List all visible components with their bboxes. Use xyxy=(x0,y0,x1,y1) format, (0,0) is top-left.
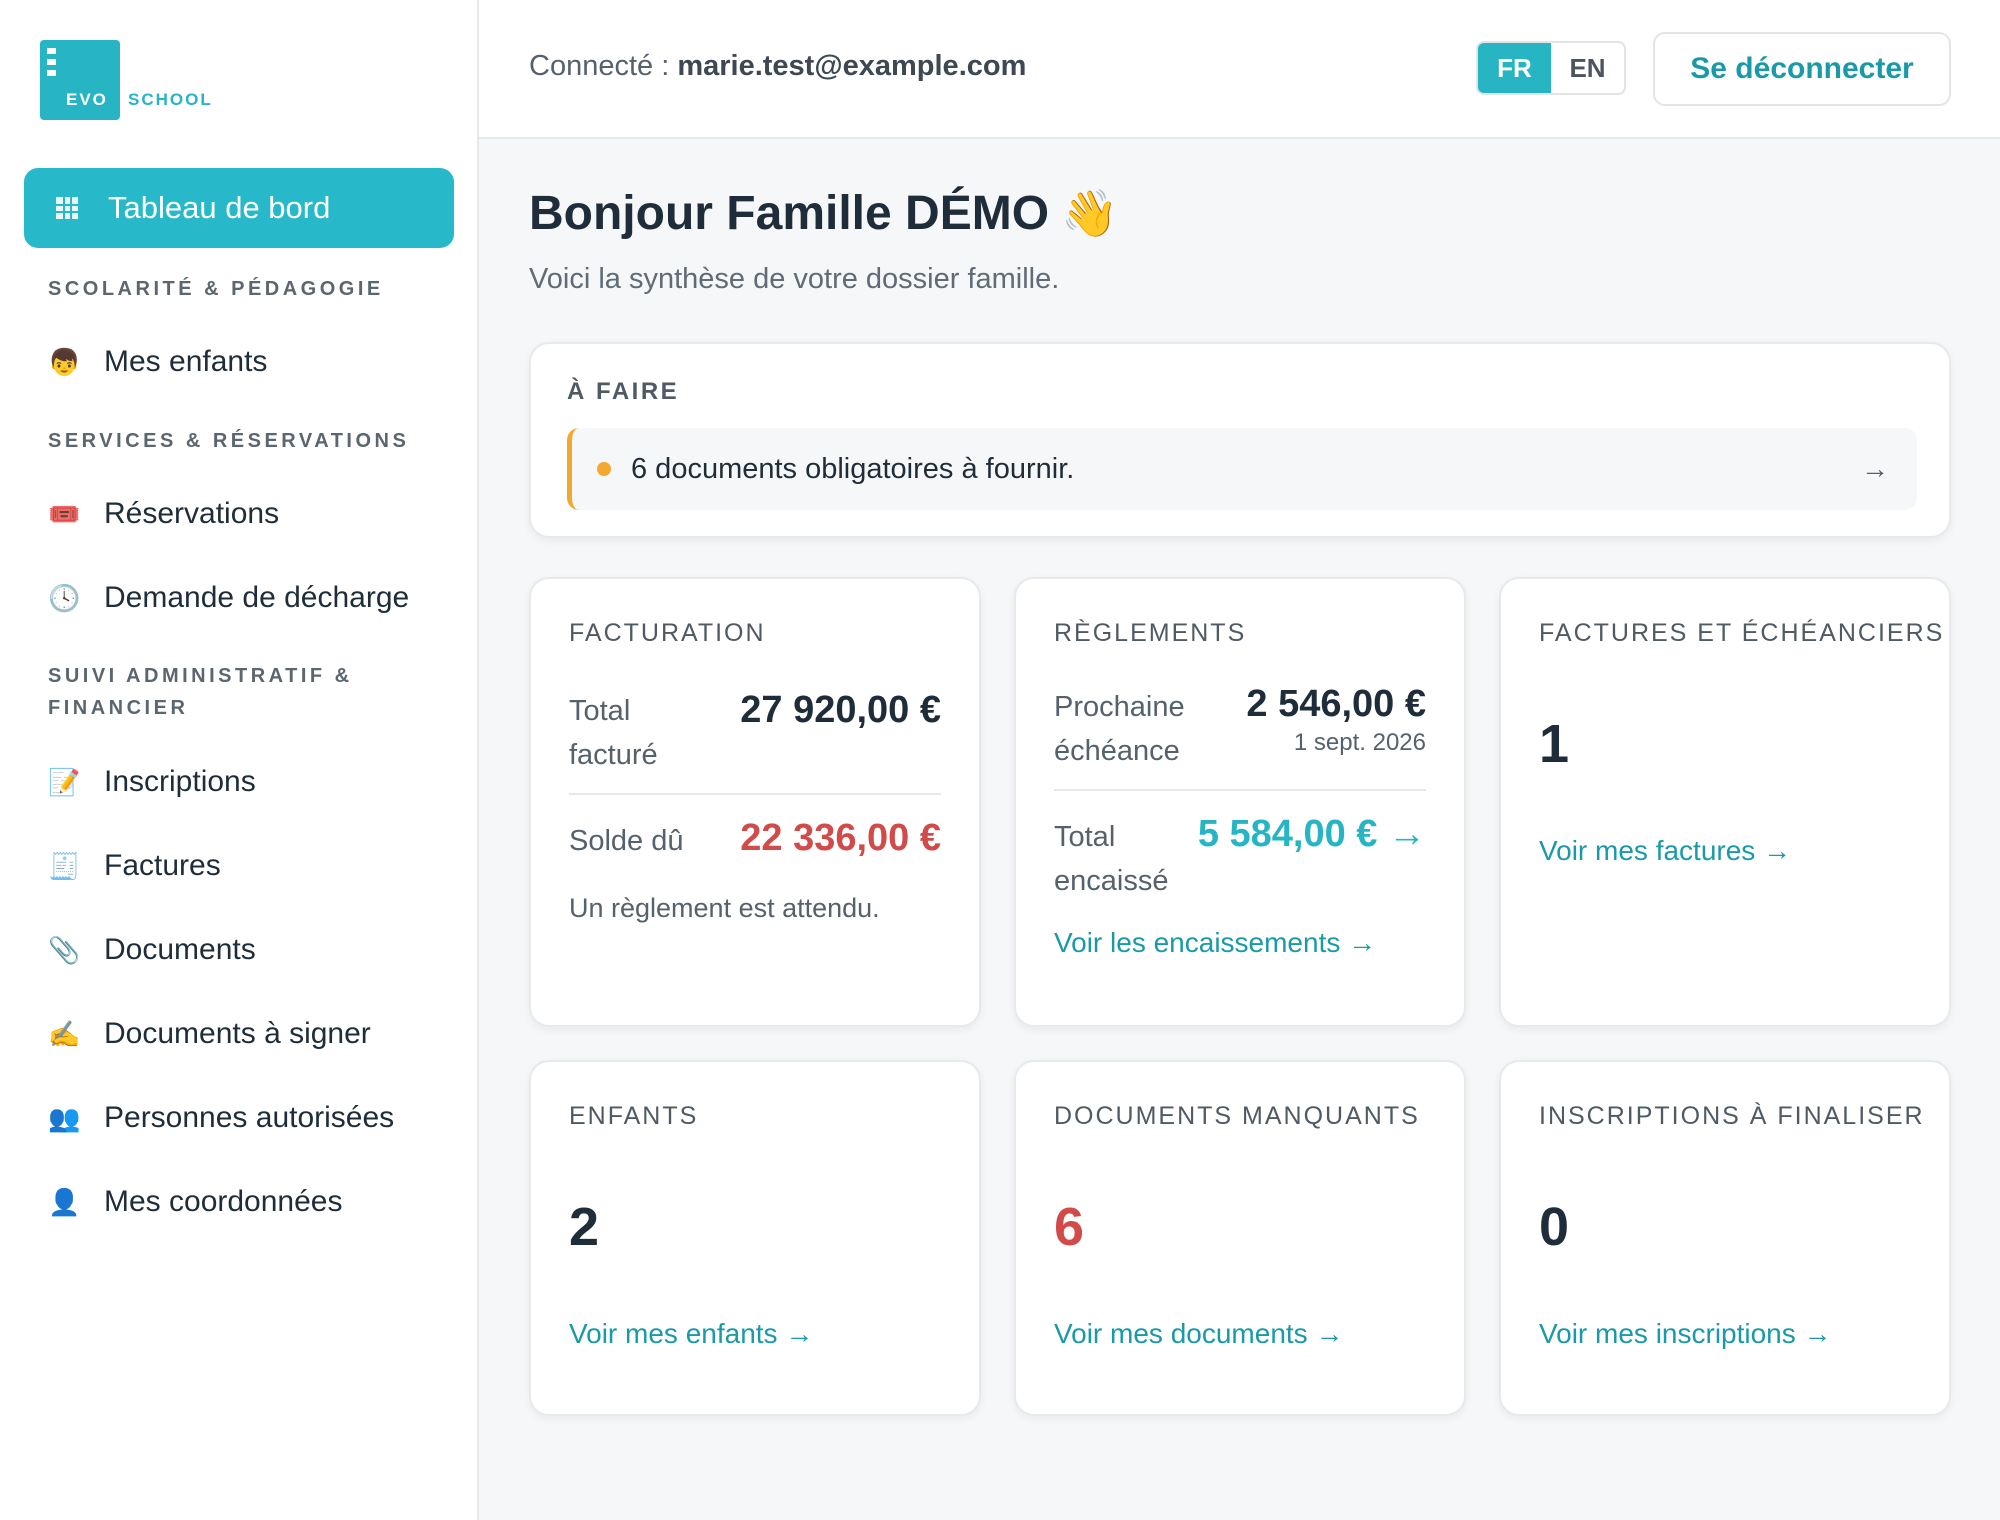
voir-inscriptions-link[interactable]: Voir mes inscriptions → xyxy=(1539,1318,1832,1350)
total-facture-label: Total facturé xyxy=(569,695,658,771)
child-face-icon: 👦 xyxy=(48,346,81,377)
ticket-icon: 🎟️ xyxy=(48,498,81,529)
card-title: ENFANTS xyxy=(569,1102,699,1130)
sidebar-item-reservations[interactable]: 🎟️ Réservations xyxy=(48,489,279,539)
sidebar-item-label: Réservations xyxy=(104,497,280,530)
person-icon: 👤 xyxy=(48,1186,81,1217)
prochaine-echeance-label: Prochaine échéance xyxy=(1054,691,1185,767)
connected-label: Connecté : xyxy=(529,50,670,82)
sidebar-item-label: Personnes autorisées xyxy=(104,1101,395,1134)
top-bar: Connecté : marie.test@example.com FR EN … xyxy=(479,0,2000,139)
sidebar-item-label: Tableau de bord xyxy=(108,190,331,225)
factures-card: FACTURES ET ÉCHÉANCIERS 1 Voir mes factu… xyxy=(1499,577,1951,1027)
section-title-services: SERVICES & RÉSERVATIONS xyxy=(48,430,410,452)
sidebar-item-label: Factures xyxy=(104,849,221,882)
page-subtitle: Voici la synthèse de votre dossier famil… xyxy=(529,263,1060,295)
inscriptions-card: INSCRIPTIONS À FINALISER 0 Voir mes insc… xyxy=(1499,1060,1951,1416)
dashboard-grid-icon xyxy=(56,197,78,219)
section-title-suivi: SUIVI ADMINISTRATIF & FINANCIER xyxy=(48,665,353,719)
card-title: FACTURES ET ÉCHÉANCIERS xyxy=(1539,619,1945,647)
enfants-count: 2 xyxy=(569,1197,600,1257)
documents-count: 6 xyxy=(1054,1197,1085,1257)
writing-hand-icon: ✍️ xyxy=(48,1018,81,1049)
sidebar-item-documents-a-signer[interactable]: ✍️ Documents à signer xyxy=(48,1009,371,1059)
divider xyxy=(569,793,941,795)
sidebar: EVO SCHOOL Tableau de bord SCOLARITÉ & P… xyxy=(0,0,479,1520)
enfants-card: ENFANTS 2 Voir mes enfants → xyxy=(529,1060,981,1416)
prochaine-echeance-value: 2 546,00 € xyxy=(1246,683,1426,725)
paperclip-icon: 📎 xyxy=(48,934,81,965)
logo-mark: EVO xyxy=(40,40,120,120)
inscriptions-count: 0 xyxy=(1539,1197,1570,1257)
waving-hand-icon: 👋 xyxy=(1061,187,1119,239)
facturation-note: Un règlement est attendu. xyxy=(569,893,880,923)
sidebar-item-dashboard[interactable]: Tableau de bord xyxy=(24,168,454,248)
sidebar-item-documents[interactable]: 📎 Documents xyxy=(48,925,256,975)
lang-en-button[interactable]: EN xyxy=(1551,43,1624,93)
sidebar-item-demande-decharge[interactable]: 🕓 Demande de décharge xyxy=(48,573,409,623)
sidebar-item-label: Documents xyxy=(104,933,256,966)
language-switch: FR EN xyxy=(1476,41,1626,95)
sidebar-item-label: Inscriptions xyxy=(104,765,256,798)
connected-user: Connecté : marie.test@example.com xyxy=(529,50,1026,83)
sidebar-item-personnes-autorisees[interactable]: 👥 Personnes autorisées xyxy=(48,1093,394,1143)
todo-title: À FAIRE xyxy=(567,378,680,405)
logout-button[interactable]: Se déconnecter xyxy=(1653,32,1951,106)
people-icon: 👥 xyxy=(48,1102,81,1133)
voir-encaissements-link[interactable]: Voir les encaissements → xyxy=(1054,927,1376,959)
greeting-text: Bonjour Famille DÉMO xyxy=(529,187,1050,240)
logo-primary-text: EVO xyxy=(66,90,108,109)
facturation-card: FACTURATION Total facturé 27 920,00 € So… xyxy=(529,577,981,1027)
clock-icon: 🕓 xyxy=(48,582,81,613)
card-title: FACTURATION xyxy=(569,619,766,647)
section-title-scolarite: SCOLARITÉ & PÉDAGOGIE xyxy=(48,278,384,300)
receipt-icon: 🧾 xyxy=(48,850,81,881)
sidebar-item-factures[interactable]: 🧾 Factures xyxy=(48,841,221,891)
warning-dot-icon xyxy=(597,462,611,476)
lang-fr-button[interactable]: FR xyxy=(1478,43,1551,93)
solde-du-label: Solde dû xyxy=(569,825,684,857)
app-logo[interactable]: EVO SCHOOL xyxy=(40,40,213,120)
card-title: INSCRIPTIONS À FINALISER xyxy=(1539,1102,1925,1130)
total-encaisse-value[interactable]: 5 584,00 € → xyxy=(1198,813,1426,856)
sidebar-item-label: Documents à signer xyxy=(104,1017,371,1050)
todo-item[interactable]: 6 documents obligatoires à fournir. → xyxy=(567,428,1917,510)
sidebar-item-mes-enfants[interactable]: 👦 Mes enfants xyxy=(48,337,267,387)
sidebar-item-label: Mes coordonnées xyxy=(104,1185,343,1218)
solde-du-value: 22 336,00 € xyxy=(740,817,941,859)
total-encaisse-label: Total encaissé xyxy=(1054,821,1169,897)
todo-card: À FAIRE 6 documents obligatoires à fourn… xyxy=(529,342,1951,538)
user-email: marie.test@example.com xyxy=(677,50,1027,82)
factures-count: 1 xyxy=(1539,714,1570,774)
divider xyxy=(1054,789,1426,791)
sidebar-item-label: Mes enfants xyxy=(104,345,268,378)
arrow-right-icon: → xyxy=(1861,453,1889,484)
todo-item-text: 6 documents obligatoires à fournir. xyxy=(631,452,1075,485)
voir-documents-link[interactable]: Voir mes documents → xyxy=(1054,1318,1343,1350)
card-title: DOCUMENTS MANQUANTS xyxy=(1054,1102,1420,1130)
sidebar-item-label: Demande de décharge xyxy=(104,581,410,614)
sidebar-item-inscriptions[interactable]: 📝 Inscriptions xyxy=(48,757,256,807)
sidebar-item-mes-coordonnees[interactable]: 👤 Mes coordonnées xyxy=(48,1177,342,1227)
prochaine-echeance-date: 1 sept. 2026 xyxy=(1293,729,1426,756)
card-title: RÈGLEMENTS xyxy=(1054,619,1247,647)
documents-manquants-card: DOCUMENTS MANQUANTS 6 Voir mes documents… xyxy=(1014,1060,1466,1416)
page-title: Bonjour Famille DÉMO 👋 xyxy=(529,186,1118,241)
voir-enfants-link[interactable]: Voir mes enfants → xyxy=(569,1318,813,1350)
total-facture-value: 27 920,00 € xyxy=(740,689,941,731)
voir-factures-link[interactable]: Voir mes factures → xyxy=(1539,835,1791,867)
memo-icon: 📝 xyxy=(48,766,81,797)
logo-secondary-text: SCHOOL xyxy=(128,90,213,109)
reglements-card: RÈGLEMENTS Prochaine échéance 2 546,00 €… xyxy=(1014,577,1466,1027)
